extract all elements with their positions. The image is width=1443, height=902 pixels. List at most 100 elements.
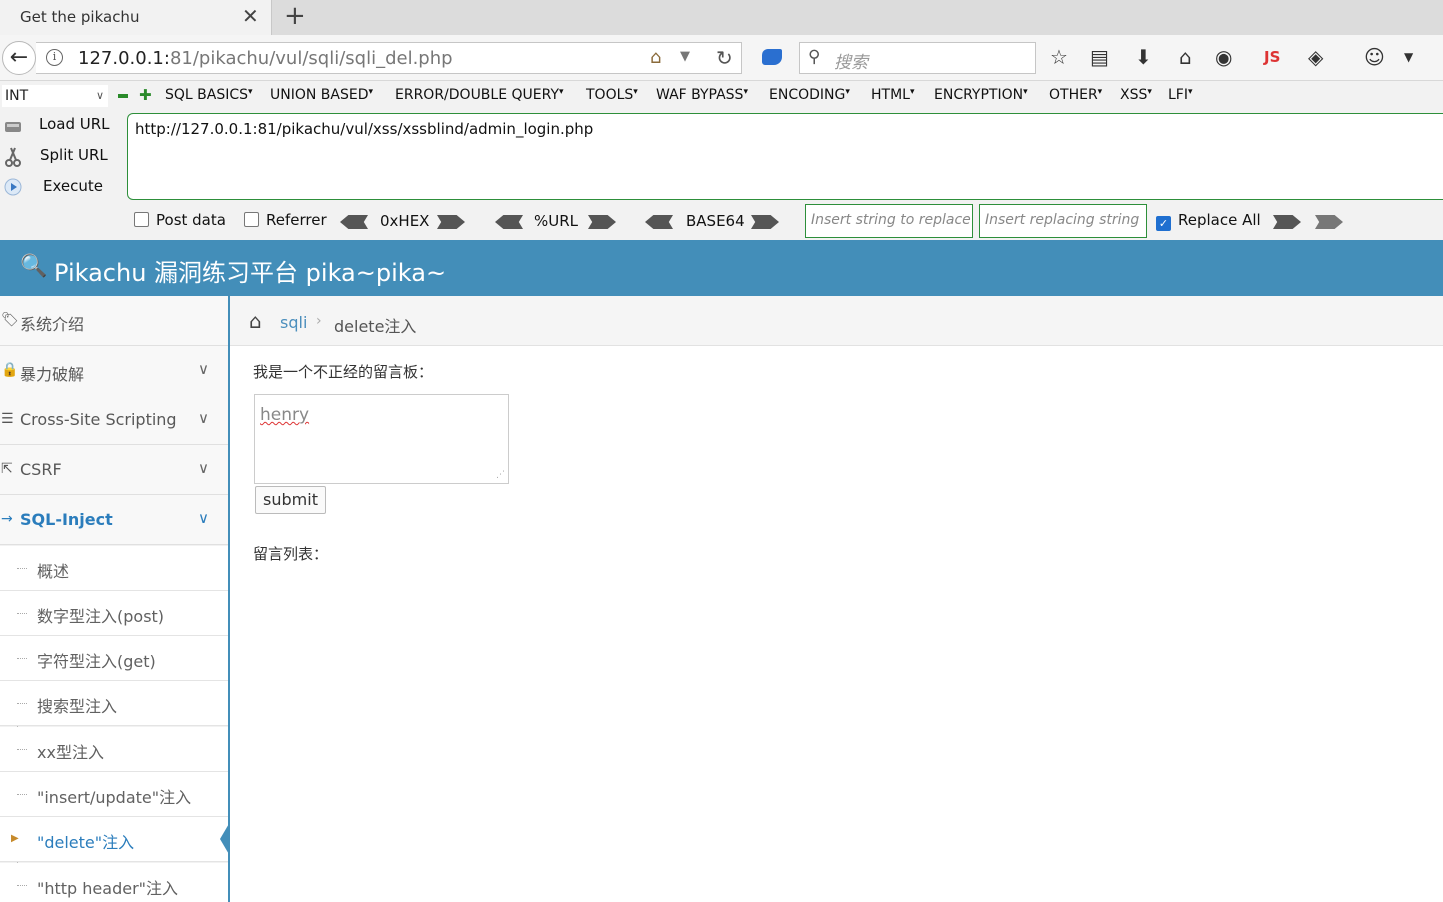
menu-html[interactable]: HTML [871,87,915,103]
expand-icon[interactable]: ✚ [139,86,152,104]
scissors-icon [4,147,22,167]
sub-item-xx[interactable]: xx型注入 [0,727,228,772]
tree-tick [17,794,27,795]
chevron-down-icon: ∨ [198,360,209,378]
sub-item-label: 数字型注入(post) [37,607,165,626]
menu-lfi[interactable]: LFI [1168,87,1193,103]
load-url-icon [4,116,22,134]
back-arrow-icon[interactable]: ← [2,41,36,75]
replace-icon[interactable] [1273,215,1301,229]
submit-button[interactable]: submit [255,486,326,514]
split-url-label: Split URL [40,146,108,164]
hex-decode-icon[interactable] [340,215,368,229]
sidebar-item-intro[interactable]: 🏷 系统介绍 [0,296,228,346]
active-indicator [220,822,230,856]
globe-icon[interactable]: ◉ [1215,46,1232,68]
menu-error-double-query[interactable]: ERROR/DOUBLE QUERY [395,87,564,103]
chevron-down-icon: ∨ [198,409,209,427]
replace-all-checkbox[interactable]: ✓ Replace All [1156,211,1261,231]
sub-item-http-header[interactable]: "http header"注入 [0,863,228,902]
menu-waf-bypass[interactable]: WAF BYPASS [656,87,748,103]
tree-tick [17,749,27,750]
collapse-icon[interactable] [118,94,128,98]
sub-item-overview[interactable]: 概述 [0,546,228,591]
sub-item-numeric[interactable]: 数字型注入(post) [0,591,228,636]
menu-union-based[interactable]: UNION BASED [270,87,373,103]
hex-encode-icon[interactable] [437,215,465,229]
resize-handle-icon[interactable]: ⋰ [496,471,505,480]
site-title[interactable]: Pikachu 漏洞练习平台 pika~pika~ [54,253,446,288]
base64-encode-icon[interactable] [751,215,779,229]
site-header: 🔍 Pikachu 漏洞练习平台 pika~pika~ [0,240,1443,296]
palette-icon[interactable]: ☺ [1364,46,1385,68]
checkmark-icon: ✓ [1156,216,1171,231]
tab-title: Get the pikachu [20,8,140,26]
menu-xss[interactable]: XSS [1120,87,1152,103]
sub-item-insert-update[interactable]: "insert/update"注入 [0,772,228,817]
search-placeholder: 搜索 [834,53,868,73]
url-label: %URL [534,212,579,230]
new-tab-icon[interactable]: + [284,2,306,30]
sub-item-label: "http header"注入 [37,879,179,898]
chevron-down-icon: ∨ [198,509,209,527]
browser-tab[interactable]: Get the pikachu ✕ [0,0,272,35]
home-icon[interactable]: ⌂ [249,309,262,333]
post-data-checkbox[interactable]: Post data [134,211,226,229]
chevron-right-icon: › [316,313,322,329]
menu-other[interactable]: OTHER [1049,87,1102,103]
base64-decode-icon[interactable] [645,215,673,229]
replacing-string-input[interactable]: Insert replacing string [979,204,1147,238]
bookmark-star-icon[interactable]: ☆ [1050,46,1068,68]
url-host: 127.0.0.1: [78,48,170,69]
breadcrumb-link[interactable]: sqli [280,313,307,332]
menu-encoding[interactable]: ENCODING [769,87,850,103]
url-encode-icon[interactable] [588,215,616,229]
info-icon[interactable]: i [46,49,63,66]
extension-icon[interactable]: ◈ [1308,46,1323,68]
checkbox-icon [134,212,149,227]
url-decode-icon[interactable] [495,215,523,229]
sidebar-item-brute-force[interactable]: 🔒 暴力破解 ∨ [0,346,228,396]
hackbar-url-textarea[interactable]: http://127.0.0.1:81/pikachu/vul/xss/xssb… [127,113,1443,200]
sidebar-item-csrf[interactable]: ⇱ CSRF ∨ [0,445,228,495]
sidebar-item-xss[interactable]: ☰ Cross-Site Scripting ∨ [0,395,228,445]
reading-list-icon[interactable]: ▤ [1090,46,1109,68]
message-textarea[interactable]: henry ⋰ [254,394,509,484]
replace-string-input[interactable]: Insert string to replace [805,204,973,238]
sub-item-delete[interactable]: ▶ "delete"注入 [0,817,230,862]
type-select[interactable]: INT ∨ [2,85,108,107]
sub-item-search[interactable]: 搜索型注入 [0,681,228,726]
breadcrumb-current: delete注入 [334,317,417,336]
menu-dropdown-icon[interactable]: ▼ [1404,46,1413,68]
dropdown-icon[interactable]: ▼ [680,49,690,64]
search-icon: ⚲ [808,47,821,67]
caret-right-icon: ▶ [11,833,19,844]
tree-tick [17,703,27,704]
home-icon[interactable]: ⌂ [650,47,661,68]
referrer-checkbox[interactable]: Referrer [244,211,327,229]
url-bar[interactable]: i 127.0.0.1:81/pikachu/vul/sqli/sqli_del… [36,42,742,74]
replace-outline-icon[interactable] [1315,215,1343,229]
sub-item-label: xx型注入 [37,743,104,762]
sidebar-item-sql-inject[interactable]: → SQL-Inject ∨ [0,495,228,545]
download-icon[interactable]: ⬇ [1135,46,1152,68]
url-text[interactable]: 127.0.0.1:81/pikachu/vul/sqli/sqli_del.p… [78,48,453,69]
sub-item-string[interactable]: 字符型注入(get) [0,636,228,681]
home-icon[interactable]: ⌂ [1179,46,1192,68]
menu-sql-basics[interactable]: SQL BASICS [165,87,253,103]
reload-icon[interactable]: ↻ [716,46,733,70]
menu-encryption[interactable]: ENCRYPTION [934,87,1028,103]
menu-tools[interactable]: TOOLS [586,87,638,103]
close-tab-icon[interactable]: ✕ [242,5,259,27]
referrer-label: Referrer [266,211,327,229]
sub-item-label: 字符型注入(get) [37,652,156,671]
type-select-value: INT [5,88,29,104]
list-icon: ☰ [1,411,14,427]
search-bar[interactable]: ⚲ 搜索 [799,42,1036,74]
addon-icon[interactable] [762,49,782,65]
sidebar-item-label: Cross-Site Scripting [20,410,177,429]
tag-icon: 🏷 [1,312,19,328]
replace-all-label: Replace All [1178,211,1261,229]
sidebar-item-label: 暴力破解 [20,365,85,384]
js-icon[interactable]: JS [1264,48,1280,66]
